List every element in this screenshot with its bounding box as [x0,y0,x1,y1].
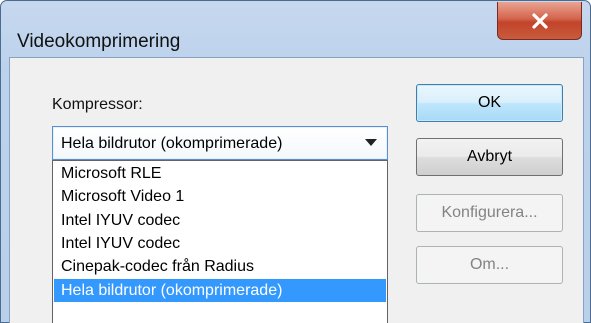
list-item[interactable]: Microsoft Video 1 [54,185,386,208]
window-title: Videokomprimering [17,31,181,52]
list-item[interactable]: Microsoft RLE [54,162,386,185]
chevron-down-icon [365,139,377,146]
configure-button[interactable]: Konfigurera... [416,194,563,232]
close-icon [531,12,548,29]
dialog-body: Kompressor: Hela bildrutor (okomprimerad… [9,57,584,323]
cancel-button[interactable]: Avbryt [416,138,563,176]
list-item[interactable]: Intel IYUV codec [54,232,386,255]
close-button[interactable] [497,2,582,40]
compressor-dropdown-list[interactable]: Microsoft RLE Microsoft Video 1 Intel IY… [52,160,388,323]
list-item[interactable]: Cinepak-codec från Radius [54,255,386,278]
ok-button[interactable]: OK [416,84,563,122]
list-item[interactable]: Intel IYUV codec [54,209,386,232]
compressor-label-text: Kompressor: [52,96,143,113]
about-button[interactable]: Om... [416,246,563,284]
list-item-selected[interactable]: Hela bildrutor (okomprimerade) [54,279,386,302]
compressor-combobox[interactable]: Hela bildrutor (okomprimerade) [52,126,388,160]
compressor-selected-value: Hela bildrutor (okomprimerade) [61,135,283,152]
dialog-window: Videokomprimering Kompressor: Hela bildr… [0,0,591,323]
title-bar[interactable]: Videokomprimering [1,1,590,57]
compressor-label: Kompressor: [52,96,143,114]
